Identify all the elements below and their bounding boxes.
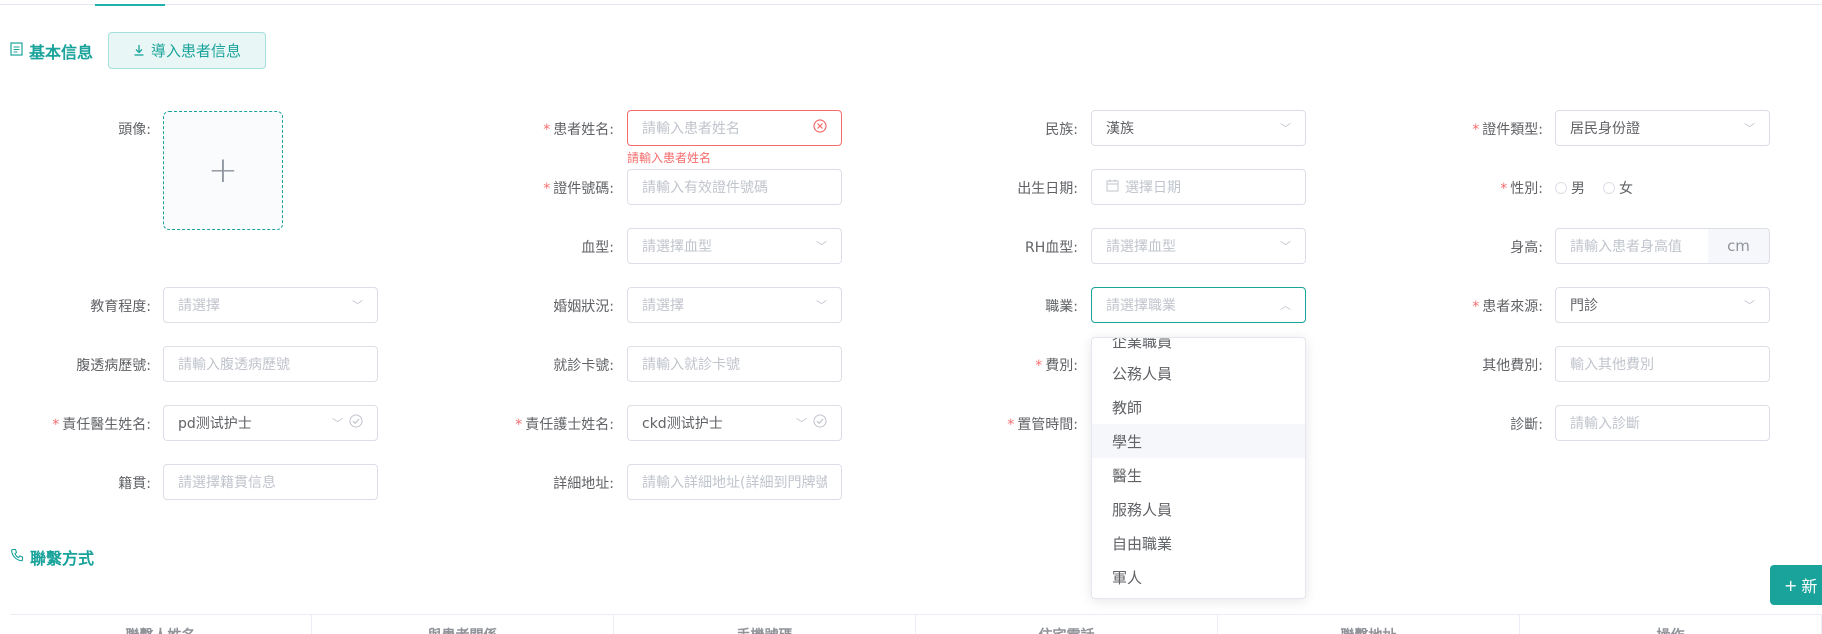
check-circle-icon xyxy=(349,414,363,432)
birth-date-label: 出生日期: xyxy=(1017,181,1078,197)
catheter-time-label: * 置管時間: xyxy=(1007,417,1078,433)
occupation-label: 職業: xyxy=(1045,299,1078,315)
import-patient-label: 導入患者信息 xyxy=(150,42,241,60)
table-column-header: 住宅電話 xyxy=(916,615,1218,634)
chevron-down-icon: ﹀ xyxy=(1744,299,1755,312)
download-icon xyxy=(133,42,145,60)
avatar-label: 頭像: xyxy=(118,122,151,138)
marital-select[interactable]: 請選擇 ﹀ xyxy=(627,287,842,323)
tab-bar-border xyxy=(0,4,1822,5)
ethnicity-label: 民族: xyxy=(1045,122,1078,138)
gender-label: * 性別: xyxy=(1500,181,1543,197)
gender-male-radio[interactable]: 男 xyxy=(1555,178,1585,198)
occupation-dropdown[interactable]: 企業職員 公務人員 教師 學生 醫生 服務人員 自由職業 軍人 xyxy=(1091,337,1306,599)
nurse-select[interactable]: ckd测试护士 ﹀ xyxy=(627,405,842,441)
height-unit: cm xyxy=(1708,228,1770,264)
radio-circle xyxy=(1555,182,1567,194)
contact-header: 聯繫方式 xyxy=(10,545,94,569)
education-label: 教育程度: xyxy=(90,299,151,315)
address-input[interactable]: 請輸入詳細地址(詳細到門牌號 xyxy=(627,464,842,500)
address-label: 詳細地址: xyxy=(553,476,614,492)
diagnosis-input[interactable]: 請輸入診斷 xyxy=(1555,405,1770,441)
fee-type-label: * 費別: xyxy=(1035,358,1078,374)
import-patient-button[interactable]: 導入患者信息 xyxy=(108,32,266,69)
table-column-header: 聯繫地址 xyxy=(1218,615,1520,634)
dropdown-option[interactable]: 公務人員 xyxy=(1092,356,1305,390)
avatar-upload[interactable]: + xyxy=(163,111,283,230)
dropdown-option[interactable]: 自由職業 xyxy=(1092,526,1305,560)
height-label: 身高: xyxy=(1510,240,1543,256)
contact-table-header: 聯繫人姓名 與患者關係 手機號碼 住宅電話 聯繫地址 操作 xyxy=(10,614,1822,634)
patient-source-label: * 患者來源: xyxy=(1472,299,1543,315)
id-number-input[interactable]: 請輸入有效證件號碼 xyxy=(627,169,842,205)
birth-date-picker[interactable]: 選擇日期 xyxy=(1091,169,1306,205)
patient-name-input[interactable]: 請輸入患者姓名 xyxy=(627,110,842,146)
blood-type-select[interactable]: 請選擇血型 ﹀ xyxy=(627,228,842,264)
table-column-header: 手機號碼 xyxy=(614,615,916,634)
dropdown-option[interactable]: 企業職員 xyxy=(1092,338,1305,358)
contact-title: 聯繫方式 xyxy=(30,549,95,568)
active-tab-indicator xyxy=(95,4,165,6)
dialysis-no-label: 腹透病歷號: xyxy=(76,358,151,374)
native-place-select[interactable]: 請選擇籍貫信息 xyxy=(163,464,378,500)
add-contact-button[interactable]: + 新 xyxy=(1770,565,1822,605)
basic-info-title: 基本信息 xyxy=(29,43,94,62)
nurse-label: * 責任護士姓名: xyxy=(515,417,614,433)
id-number-label: * 證件號碼: xyxy=(543,181,614,197)
patient-source-select[interactable]: 門診 ﹀ xyxy=(1555,287,1770,323)
marital-label: 婚姻狀況: xyxy=(553,299,614,315)
chevron-down-icon: ﹀ xyxy=(816,299,827,312)
chevron-down-icon: ﹀ xyxy=(816,240,827,253)
education-select[interactable]: 請選擇 ﹀ xyxy=(163,287,378,323)
plus-icon: + xyxy=(1784,575,1798,595)
occupation-select[interactable]: 請選擇職業 ︿ xyxy=(1091,287,1306,323)
phone-icon xyxy=(10,548,24,566)
chevron-down-icon: ﹀ xyxy=(796,417,807,430)
radio-circle xyxy=(1603,182,1615,194)
height-input[interactable]: 請輸入患者身高值 xyxy=(1555,228,1709,264)
table-column-header: 聯繫人姓名 xyxy=(10,615,312,634)
other-fee-input[interactable]: 輸入其他費別 xyxy=(1555,346,1770,382)
basic-info-header: 基本信息 xyxy=(10,39,93,63)
patient-name-error: 請輸入患者姓名 xyxy=(627,151,712,165)
id-type-select[interactable]: 居民身份證 ﹀ xyxy=(1555,110,1770,146)
rh-blood-label: RH血型: xyxy=(1025,240,1078,256)
plus-icon: + xyxy=(207,150,239,191)
ethnicity-select[interactable]: 漢族 ﹀ xyxy=(1091,110,1306,146)
dropdown-option[interactable]: 教師 xyxy=(1092,390,1305,424)
table-column-header: 與患者關係 xyxy=(312,615,614,634)
dropdown-option[interactable]: 服務人員 xyxy=(1092,492,1305,526)
doctor-label: * 責任醫生姓名: xyxy=(52,417,151,433)
check-circle-icon xyxy=(813,414,827,432)
table-column-header: 操作 xyxy=(1520,615,1822,634)
rh-blood-select[interactable]: 請選擇血型 ﹀ xyxy=(1091,228,1306,264)
patient-name-label: * 患者姓名: xyxy=(543,122,614,138)
calendar-icon xyxy=(1106,179,1119,196)
other-fee-label: 其他費別: xyxy=(1482,358,1543,374)
chevron-down-icon: ﹀ xyxy=(1744,122,1755,135)
chevron-down-icon: ﹀ xyxy=(1280,240,1291,253)
visit-card-label: 就診卡號: xyxy=(553,358,614,374)
id-type-label: * 證件類型: xyxy=(1472,122,1543,138)
blood-type-label: 血型: xyxy=(581,240,614,256)
native-place-label: 籍貫: xyxy=(118,476,151,492)
dialysis-no-input[interactable]: 請輸入腹透病歷號 xyxy=(163,346,378,382)
document-icon xyxy=(10,42,23,60)
chevron-up-icon: ︿ xyxy=(1280,299,1291,312)
gender-female-radio[interactable]: 女 xyxy=(1603,178,1633,198)
chevron-down-icon: ﹀ xyxy=(332,417,343,430)
doctor-select[interactable]: pd测试护士 ﹀ xyxy=(163,405,378,441)
dropdown-option-hovered[interactable]: 學生 xyxy=(1092,424,1305,458)
clear-error-icon[interactable] xyxy=(813,119,827,137)
chevron-down-icon: ﹀ xyxy=(352,299,363,312)
chevron-down-icon: ﹀ xyxy=(1280,122,1291,135)
diagnosis-label: 診斷: xyxy=(1510,417,1543,433)
visit-card-input[interactable]: 請輸入就診卡號 xyxy=(627,346,842,382)
dropdown-option[interactable]: 軍人 xyxy=(1092,560,1305,594)
dropdown-option[interactable]: 醫生 xyxy=(1092,458,1305,492)
